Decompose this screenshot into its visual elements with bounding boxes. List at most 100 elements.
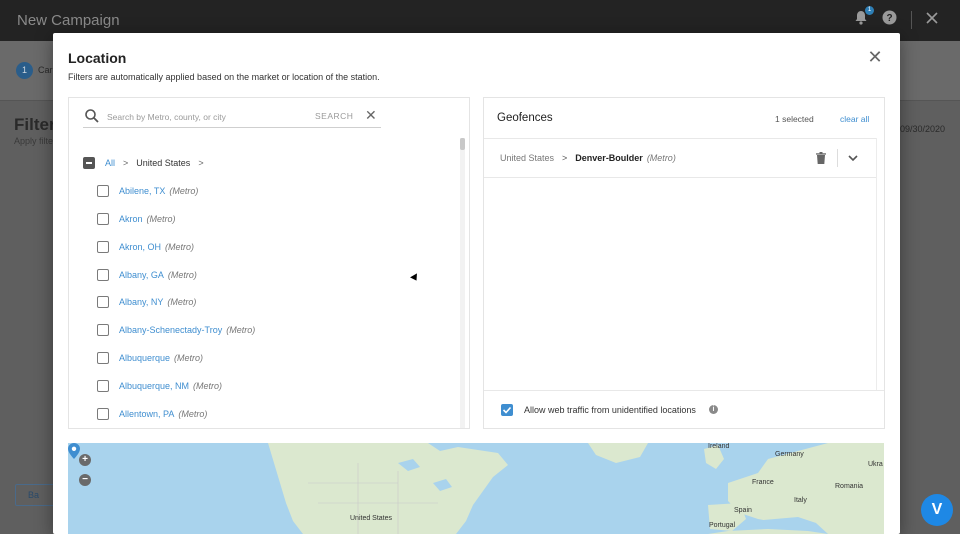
header-separator — [911, 10, 912, 29]
svg-text:?: ? — [886, 13, 892, 24]
location-name[interactable]: Albuquerque — [119, 353, 170, 363]
geofences-panel: Geofences 1 selected clear all United St… — [483, 97, 885, 429]
clear-all-link[interactable]: clear all — [840, 114, 869, 124]
location-type: (Metro) — [193, 381, 223, 391]
zoom-in-button[interactable]: + — [79, 454, 91, 466]
map-label-romania: Romania — [835, 483, 864, 490]
location-name[interactable]: Allentown, PA — [119, 409, 174, 419]
help-icon[interactable]: ? — [882, 10, 897, 29]
map-label-ireland: Ireland — [708, 443, 730, 450]
fab-label: V — [931, 501, 943, 518]
location-list-scrollbar[interactable] — [460, 138, 465, 428]
map-label-united-states: United States — [350, 515, 393, 522]
location-name[interactable]: Akron, OH — [119, 242, 161, 252]
header-icons: 1 ? — [854, 6, 938, 29]
assistant-fab[interactable]: V — [921, 494, 953, 526]
breadcrumb: All > United States > — [83, 156, 212, 170]
location-checkbox[interactable] — [97, 380, 109, 392]
search-input[interactable] — [107, 110, 307, 124]
geofence-type: (Metro) — [646, 153, 676, 163]
list-item: Allentown, PA (Metro) — [97, 407, 207, 421]
location-name[interactable]: Albany, GA — [119, 270, 164, 280]
location-type: (Metro) — [167, 270, 197, 280]
location-checkbox[interactable] — [97, 408, 109, 420]
geofence-country: United States — [500, 153, 555, 163]
chevron-right-icon: > — [562, 153, 568, 163]
trash-icon[interactable] — [814, 151, 828, 165]
location-type: (Metro) — [174, 353, 204, 363]
list-item: Albany, GA (Metro) — [97, 268, 197, 282]
location-checkbox[interactable] — [97, 185, 109, 197]
list-item: Abilene, TX (Metro) — [97, 184, 198, 198]
map-label-portugal: Portugal — [709, 522, 736, 529]
location-browser: SEARCH ✕ All > United States > Abilene, … — [68, 97, 470, 429]
web-traffic-row: Allow web traffic from unidentified loca… — [484, 390, 884, 428]
map-label-spain: Spain — [734, 507, 752, 514]
chevron-down-icon[interactable] — [846, 151, 860, 165]
location-name[interactable]: Albuquerque, NM — [119, 381, 189, 391]
location-checkbox[interactable] — [97, 269, 109, 281]
search-icon — [85, 109, 99, 123]
location-checkbox[interactable] — [97, 296, 109, 308]
map-label-france: France — [752, 479, 774, 486]
map-pin-icon[interactable] — [68, 443, 80, 459]
location-type: (Metro) — [169, 186, 199, 196]
map-label-germany: Germany — [775, 451, 804, 458]
geofences-title: Geofences — [497, 112, 553, 124]
search-button[interactable]: SEARCH — [315, 111, 353, 121]
selected-count: 1 selected — [775, 114, 814, 124]
geofence-scrollbar[interactable] — [876, 138, 884, 390]
map-view[interactable]: + − United States Ireland Germany France… — [68, 443, 884, 534]
breadcrumb-all-link[interactable]: All — [105, 158, 115, 168]
close-app-icon[interactable] — [926, 11, 938, 28]
location-name[interactable]: Akron — [119, 214, 143, 224]
search-bar: SEARCH ✕ — [83, 106, 381, 128]
campaign-date: 09/30/2020 — [900, 124, 946, 134]
close-modal-button[interactable]: ✕ — [865, 47, 885, 67]
select-all-checkbox[interactable] — [83, 157, 95, 169]
list-item: Akron, OH (Metro) — [97, 240, 194, 254]
notification-badge: 1 — [865, 6, 874, 15]
list-item: Albuquerque, NM (Metro) — [97, 379, 222, 393]
bell-icon[interactable]: 1 — [854, 6, 874, 29]
location-type: (Metro) — [167, 297, 197, 307]
modal-title: Location — [68, 50, 127, 66]
row-separator — [837, 149, 838, 167]
section-subtitle: Apply filte — [14, 136, 54, 146]
location-modal: Location Filters are automatically appli… — [53, 33, 900, 534]
step-label: Car — [38, 65, 53, 75]
chevron-right-icon: > — [123, 158, 129, 168]
chevron-right-icon[interactable]: > — [198, 158, 203, 168]
list-item: Albuquerque (Metro) — [97, 351, 203, 365]
web-traffic-checkbox[interactable] — [501, 404, 513, 416]
mouse-cursor-icon — [410, 273, 420, 283]
location-checkbox[interactable] — [97, 352, 109, 364]
geofence-place: Denver-Boulder — [575, 153, 643, 163]
back-label: Ba — [28, 490, 40, 500]
zoom-out-button[interactable]: − — [79, 474, 91, 486]
map-label-italy: Italy — [794, 497, 807, 504]
list-item: Akron (Metro) — [97, 212, 176, 226]
step-indicator: 1 — [16, 62, 33, 79]
scrollbar-thumb[interactable] — [460, 138, 465, 150]
location-type: (Metro) — [146, 214, 176, 224]
map-label-ukraine: Ukra — [868, 461, 883, 468]
location-checkbox[interactable] — [97, 213, 109, 225]
modal-subtitle: Filters are automatically applied based … — [68, 72, 380, 82]
clear-search-icon[interactable]: ✕ — [365, 107, 377, 124]
location-checkbox[interactable] — [97, 324, 109, 336]
location-name[interactable]: Albany-Schenectady-Troy — [119, 325, 222, 335]
back-button[interactable]: Ba — [15, 484, 55, 506]
location-type: (Metro) — [165, 242, 195, 252]
location-name[interactable]: Albany, NY — [119, 297, 163, 307]
web-traffic-label: Allow web traffic from unidentified loca… — [524, 405, 696, 415]
info-icon[interactable]: i — [709, 405, 718, 414]
map-land — [268, 443, 884, 534]
checkmark-icon — [502, 406, 512, 414]
location-type: (Metro) — [226, 325, 256, 335]
location-checkbox[interactable] — [97, 241, 109, 253]
list-item: Albany-Schenectady-Troy (Metro) — [97, 323, 255, 337]
location-type: (Metro) — [178, 409, 208, 419]
list-item: Albany, NY (Metro) — [97, 295, 196, 309]
location-name[interactable]: Abilene, TX — [119, 186, 165, 196]
